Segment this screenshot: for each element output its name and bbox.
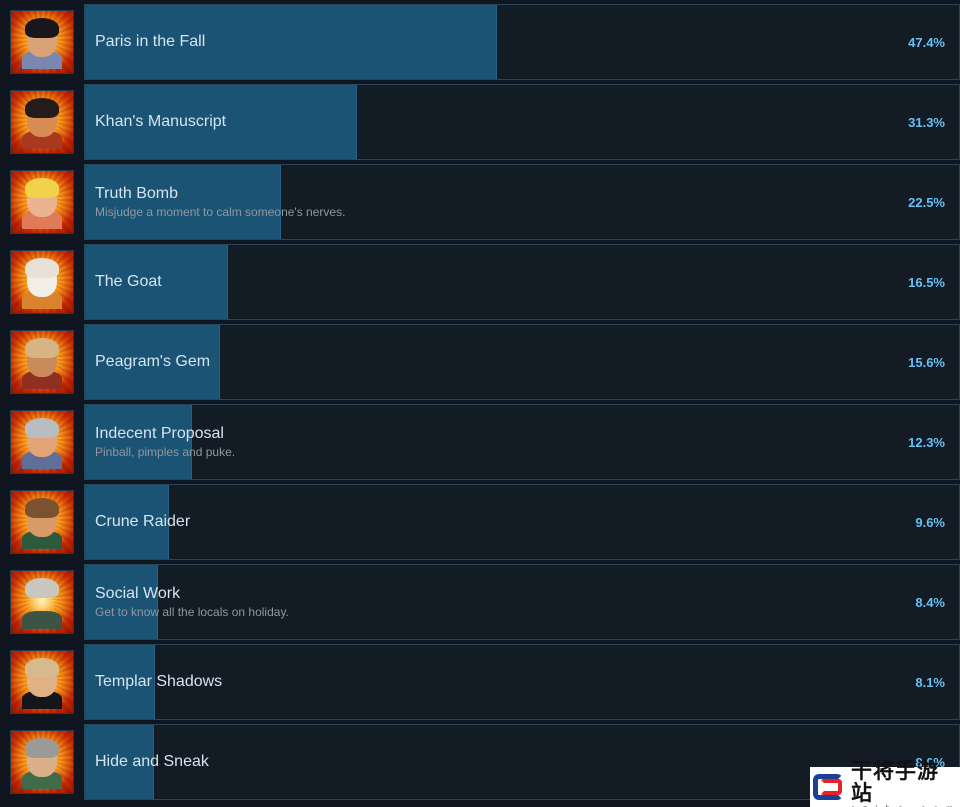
achievement-text: Hide and Sneak (85, 752, 915, 772)
portrait-figure (19, 417, 65, 470)
portrait-bearded-man-icon (10, 410, 74, 474)
achievements-list: Paris in the Fall 47.4% Khan's Manuscript 3… (0, 0, 960, 800)
achievement-row[interactable]: Paris in the Fall 47.4% (0, 0, 960, 80)
achievement-description: Pinball, pimples and puke. (95, 445, 236, 459)
portrait-woman-dark-hair-icon (10, 10, 74, 74)
achievement-icon-cell (0, 404, 84, 480)
achievement-text: Templar Shadows (85, 672, 915, 692)
achievement-percent: 22.5% (908, 194, 945, 210)
achievement-text: Truth Bomb Misjudge a moment to calm some… (85, 184, 908, 220)
portrait-figure (19, 337, 65, 390)
achievement-icon-cell (0, 484, 84, 560)
achievement-percent: 8.1% (915, 674, 945, 690)
achievement-icon-cell (0, 244, 84, 320)
achievement-text: Indecent Proposal Pinball, pimples and pu… (85, 424, 908, 460)
portrait-blonde-woman-icon (10, 170, 74, 234)
achievement-text: Khan's Manuscript (85, 112, 908, 132)
achievement-progress-row[interactable]: Crune Raider 9.6% (84, 484, 960, 560)
achievement-row[interactable]: The Goat 16.5% (0, 240, 960, 320)
achievement-percent: 9.6% (915, 514, 945, 530)
achievement-percent: 15.6% (908, 354, 945, 370)
achievement-name: Social Work (95, 585, 181, 602)
achievement-name: Paris in the Fall (95, 33, 206, 50)
portrait-goat-icon (10, 250, 74, 314)
achievement-percent: 47.4% (908, 34, 945, 50)
achievement-name: Crune Raider (95, 513, 191, 530)
achievement-icon-cell (0, 4, 84, 80)
achievement-row[interactable]: Indecent Proposal Pinball, pimples and pu… (0, 400, 960, 480)
achievement-percent: 16.5% (908, 274, 945, 290)
achievement-name: Truth Bomb (95, 185, 178, 202)
portrait-figure (19, 657, 65, 710)
portrait-bald-bearded-man-icon (10, 570, 74, 634)
achievement-name: The Goat (95, 273, 162, 290)
achievement-row[interactable]: Khan's Manuscript 31.3% (0, 80, 960, 160)
achievement-text: Paris in the Fall (85, 32, 908, 52)
portrait-figure (19, 177, 65, 230)
achievement-percent: 12.3% (908, 434, 945, 450)
achievement-text: The Goat (85, 272, 908, 292)
achievement-percent: 31.3% (908, 114, 945, 130)
achievement-percent: 8.0% (915, 754, 945, 770)
achievement-icon-cell (0, 724, 84, 800)
achievement-text: Social Work Get to know all the locals on… (85, 584, 915, 620)
achievement-name: Hide and Sneak (95, 753, 209, 770)
achievement-icon-cell (0, 164, 84, 240)
achievement-row[interactable]: Hide and Sneak 8.0% (0, 720, 960, 800)
achievement-name: Khan's Manuscript (95, 113, 227, 130)
achievement-text: Peagram's Gem (85, 352, 908, 372)
portrait-figure (19, 17, 65, 70)
achievement-row[interactable]: Truth Bomb Misjudge a moment to calm some… (0, 160, 960, 240)
portrait-figure (19, 577, 65, 630)
achievement-icon-cell (0, 644, 84, 720)
portrait-old-man-hat-icon (10, 330, 74, 394)
achievement-row[interactable]: Peagram's Gem 15.6% (0, 320, 960, 400)
portrait-figure (19, 737, 65, 790)
achievement-row[interactable]: Templar Shadows 8.1% (0, 640, 960, 720)
portrait-man-stern-icon (10, 90, 74, 154)
portrait-thin-old-man-icon (10, 730, 74, 794)
achievement-description: Get to know all the locals on holiday. (95, 605, 289, 619)
achievement-icon-cell (0, 324, 84, 400)
achievement-row[interactable]: Crune Raider 9.6% (0, 480, 960, 560)
achievement-description: Misjudge a moment to calm someone's nerv… (95, 205, 346, 219)
achievement-progress-row[interactable]: Peagram's Gem 15.6% (84, 324, 960, 400)
achievement-progress-row[interactable]: The Goat 16.5% (84, 244, 960, 320)
achievement-name: Indecent Proposal (95, 425, 224, 442)
achievement-text: Crune Raider (85, 512, 915, 532)
achievement-progress-row[interactable]: Paris in the Fall 47.4% (84, 4, 960, 80)
achievements-page: Paris in the Fall 47.4% Khan's Manuscript 3… (0, 0, 960, 807)
portrait-figure (19, 497, 65, 550)
achievement-progress-row[interactable]: Hide and Sneak 8.0% (84, 724, 960, 800)
achievement-name: Peagram's Gem (95, 353, 211, 370)
portrait-figure (19, 97, 65, 150)
achievement-percent: 8.4% (915, 594, 945, 610)
achievement-icon-cell (0, 84, 84, 160)
achievement-progress-row[interactable]: Truth Bomb Misjudge a moment to calm some… (84, 164, 960, 240)
achievement-progress-row[interactable]: Indecent Proposal Pinball, pimples and pu… (84, 404, 960, 480)
achievement-progress-row[interactable]: Social Work Get to know all the locals on… (84, 564, 960, 640)
achievement-row[interactable]: Social Work Get to know all the locals on… (0, 560, 960, 640)
achievement-name: Templar Shadows (95, 673, 223, 690)
portrait-man-black-suit-icon (10, 650, 74, 714)
portrait-two-men-hats-icon (10, 490, 74, 554)
achievement-icon-cell (0, 564, 84, 640)
achievement-progress-row[interactable]: Templar Shadows 8.1% (84, 644, 960, 720)
portrait-figure (19, 257, 65, 310)
achievement-progress-row[interactable]: Khan's Manuscript 31.3% (84, 84, 960, 160)
